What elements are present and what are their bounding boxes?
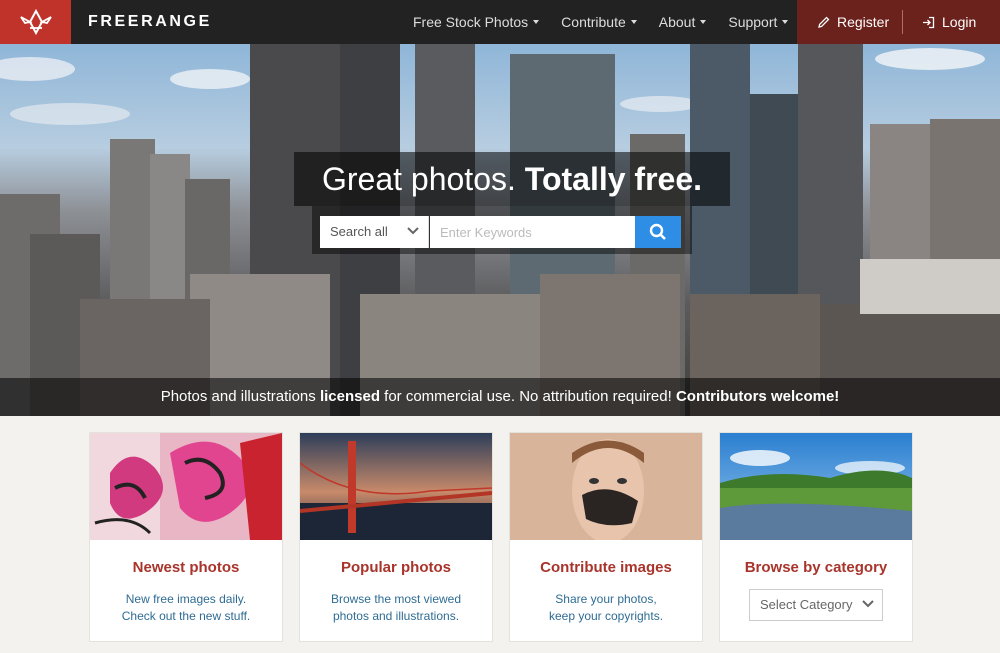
search-scope-select[interactable]: Search all: [320, 216, 429, 248]
keyword-search-input[interactable]: [430, 216, 635, 248]
sign-in-icon: [923, 16, 935, 28]
chevron-down-icon: [407, 227, 419, 235]
hero-title-light: Great photos.: [321, 161, 516, 197]
caret-down-icon: [630, 20, 637, 25]
card-title[interactable]: Newest photos: [90, 559, 282, 576]
card-title[interactable]: Browse by category: [720, 559, 912, 576]
card-description: New free images daily. Check out the new …: [90, 591, 282, 625]
search-button[interactable]: [635, 216, 681, 248]
auth-divider: [902, 10, 903, 34]
menu-support[interactable]: Support: [728, 0, 789, 44]
category-select-value: Select Category: [760, 597, 853, 612]
freerange-logo-icon: [19, 9, 52, 35]
caret-down-icon: [782, 20, 789, 25]
card-browse-by-category: Browse by category Select Category: [719, 432, 913, 642]
hero-tagline: Photos and illustrations licensed for co…: [0, 378, 1000, 416]
tagline-bold: Contributors welcome!: [675, 388, 840, 405]
main-menu: Free Stock Photos Contribute About Suppo…: [413, 0, 810, 44]
card-desc-line: Check out the new stuff.: [121, 609, 251, 623]
tagline-text: Photos and illustrations: [160, 388, 320, 405]
menu-label: Support: [728, 14, 778, 30]
login-link[interactable]: Login: [922, 0, 976, 44]
menu-free-stock-photos[interactable]: Free Stock Photos: [413, 0, 540, 44]
tagline-bold: licensed: [319, 388, 380, 405]
golden-gate-bridge-image[interactable]: [300, 433, 492, 540]
caret-down-icon: [700, 20, 707, 25]
hero-title: Great photos. Totally free.: [294, 152, 730, 206]
search-icon: [649, 223, 666, 240]
card-desc-line: photos and illustrations.: [332, 609, 460, 623]
card-title[interactable]: Popular photos: [300, 559, 492, 576]
tagline-text: for commercial use. No attribution requi…: [379, 388, 676, 405]
menu-about[interactable]: About: [659, 0, 707, 44]
painted-face-image[interactable]: [510, 433, 702, 540]
card-newest-photos: Newest photos New free images daily. Chec…: [89, 432, 283, 642]
card-title[interactable]: Contribute images: [510, 559, 702, 576]
brand-name[interactable]: FREERANGE: [88, 0, 212, 44]
card-desc-line: keep your copyrights.: [548, 609, 664, 623]
hero-banner: Great photos. Totally free. Search all P…: [0, 44, 1000, 416]
logo[interactable]: [0, 0, 71, 44]
menu-label: About: [658, 14, 696, 30]
card-desc-line: Share your photos,: [555, 592, 657, 606]
register-label: Register: [837, 14, 890, 30]
card-description: Share your photos, keep your copyrights.: [510, 591, 702, 625]
graffiti-image[interactable]: [90, 433, 282, 540]
menu-label: Free Stock Photos: [413, 14, 529, 30]
hero-title-bold: Totally free.: [524, 161, 702, 197]
login-label: Login: [942, 14, 977, 30]
menu-label: Contribute: [561, 14, 626, 30]
search-scope-value: Search all: [330, 224, 388, 239]
chevron-down-icon: [862, 600, 874, 608]
auth-bar: Register Login: [797, 0, 1000, 44]
card-desc-line: Browse the most viewed: [330, 592, 462, 606]
card-description: Browse the most viewed photos and illustr…: [300, 591, 492, 625]
bluebonnet-field-image[interactable]: [720, 433, 912, 540]
card-desc-line: New free images daily.: [125, 592, 247, 606]
category-select[interactable]: Select Category: [749, 589, 883, 621]
register-link[interactable]: Register: [818, 0, 889, 44]
card-popular-photos: Popular photos Browse the most viewed pho…: [299, 432, 493, 642]
top-nav: FREERANGE Free Stock Photos Contribute A…: [0, 0, 1000, 44]
card-contribute-images: Contribute images Share your photos, keep…: [509, 432, 703, 642]
pencil-icon: [818, 16, 830, 28]
caret-down-icon: [533, 20, 540, 25]
menu-contribute[interactable]: Contribute: [561, 0, 637, 44]
